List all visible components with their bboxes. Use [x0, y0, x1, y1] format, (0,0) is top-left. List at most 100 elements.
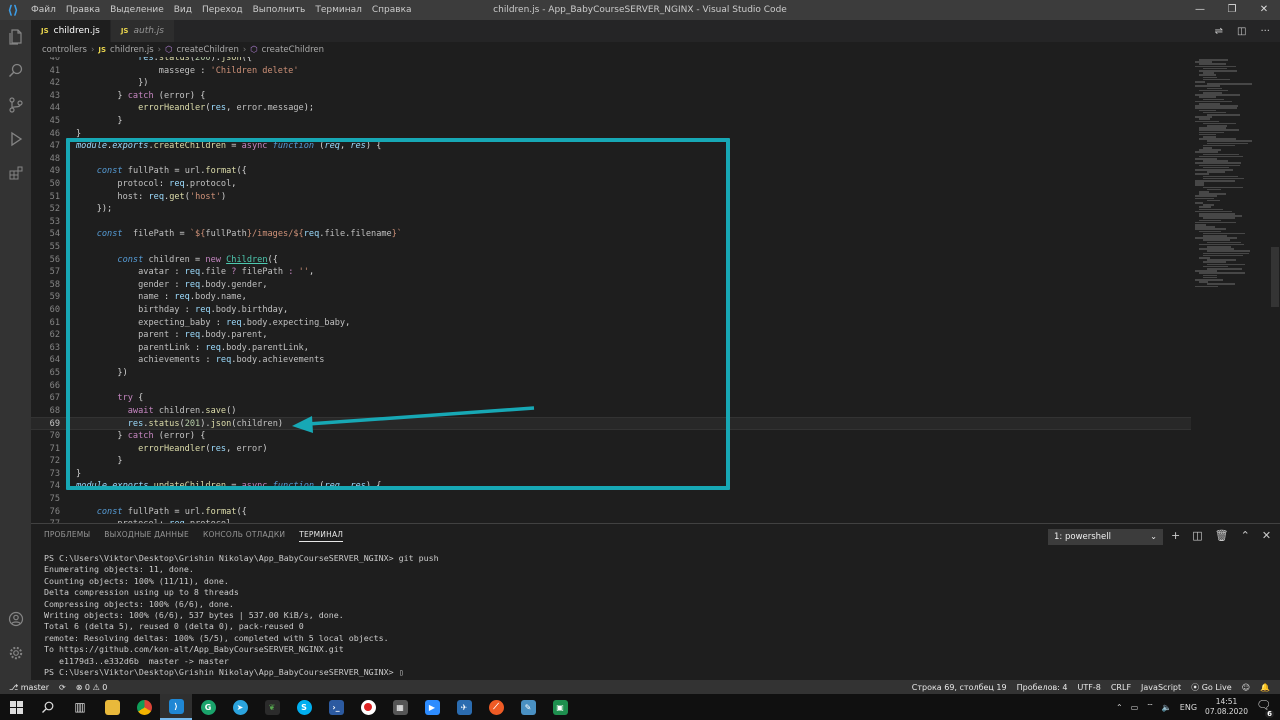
code-line[interactable]: 40 res.status(200).json({ [31, 57, 1191, 65]
settings-gear-icon[interactable] [0, 636, 31, 670]
notifications-icon[interactable]: 🗨 6 [1256, 698, 1274, 718]
editor-scrollbar[interactable] [1270, 57, 1280, 523]
code-line[interactable]: 52 }); [31, 203, 1191, 216]
code-line[interactable]: 71 errorHeandler(res, error) [31, 443, 1191, 456]
split-terminal-button[interactable]: ◫ [1192, 529, 1202, 542]
close-window-button[interactable]: ✕ [1248, 0, 1280, 20]
battery-icon[interactable]: ▭ [1131, 703, 1139, 712]
accounts-icon[interactable] [0, 602, 31, 636]
language-mode[interactable]: JavaScript [1141, 683, 1181, 692]
code-line[interactable]: 54 const filePath = `${fullPath}/images/… [31, 228, 1191, 241]
tab-problems[interactable]: ПРОБЛЕМЫ [44, 530, 90, 542]
code-line[interactable]: 67 try { [31, 392, 1191, 405]
code-line[interactable]: 64 achievements : req.body.achievements [31, 354, 1191, 367]
go-live-button[interactable]: ⦿ Go Live [1191, 682, 1232, 693]
file-explorer-icon[interactable] [96, 694, 128, 720]
feedback-icon[interactable]: ☺ [1242, 683, 1250, 692]
record-icon[interactable] [352, 694, 384, 720]
code-line[interactable]: 57 avatar : req.file ? filePath : '', [31, 266, 1191, 279]
breadcrumb-file[interactable]: children.js [110, 45, 154, 55]
gitkraken-icon[interactable]: G [192, 694, 224, 720]
code-line[interactable]: 47 module.exports.createChildren = async … [31, 140, 1191, 153]
breadcrumb-folder[interactable]: controllers [42, 45, 87, 55]
tab-children-js[interactable]: JS children.js [31, 20, 111, 42]
powershell-icon[interactable]: ›_ [320, 694, 352, 720]
extensions-icon[interactable] [0, 156, 31, 190]
menu-terminal[interactable]: Терминал [310, 5, 367, 15]
input-language[interactable]: ENG [1180, 703, 1197, 712]
code-line[interactable]: 46} [31, 128, 1191, 141]
code-line[interactable]: 76 const fullPath = url.format({ [31, 506, 1191, 519]
problems-indicator[interactable]: ⊗ 0 ⚠ 0 [76, 683, 108, 692]
zoom-icon[interactable]: ▶ [416, 694, 448, 720]
minimap[interactable] [1191, 57, 1269, 523]
minimize-button[interactable]: — [1184, 0, 1216, 20]
explorer-icon[interactable] [0, 20, 31, 54]
code-line[interactable]: 50 protocol: req.protocol, [31, 178, 1191, 191]
mongodb-icon[interactable]: ❦ [256, 694, 288, 720]
menu-selection[interactable]: Выделение [105, 5, 169, 15]
compare-icon[interactable]: ⇌ [1215, 26, 1223, 37]
windows-start-icon[interactable] [0, 694, 32, 720]
code-line[interactable]: 44 errorHeandler(res, error.message); [31, 102, 1191, 115]
code-line[interactable]: 49 const fullPath = url.format({ [31, 165, 1191, 178]
tab-output[interactable]: ВЫХОДНЫЕ ДАННЫЕ [104, 530, 189, 542]
code-line[interactable]: 74 module.exports.updateChildren = async … [31, 480, 1191, 493]
green-app-icon[interactable]: ▣ [544, 694, 576, 720]
calculator-icon[interactable]: ▦ [384, 694, 416, 720]
code-line[interactable]: 65 }) [31, 367, 1191, 380]
code-line[interactable]: 42 }) [31, 77, 1191, 90]
task-view-icon[interactable]: ▥ [64, 694, 96, 720]
menu-help[interactable]: Справка [367, 5, 417, 15]
code-line[interactable]: 61 expecting_baby : req.body.expecting_b… [31, 317, 1191, 330]
code-line[interactable]: 48 [31, 153, 1191, 166]
code-line[interactable]: 75 [31, 493, 1191, 506]
code-line[interactable]: 66 [31, 380, 1191, 393]
code-line[interactable]: 43 } catch (error) { [31, 90, 1191, 103]
code-line[interactable]: 60 birthday : req.body.birthday, [31, 304, 1191, 317]
breadcrumb-symbol[interactable]: createChildren [176, 45, 238, 55]
search-icon[interactable] [0, 54, 31, 88]
restore-button[interactable]: ❐ [1216, 0, 1248, 20]
clock[interactable]: 14:51 07.08.2020 [1205, 697, 1248, 717]
postman-icon[interactable]: ⟋ [480, 694, 512, 720]
kill-terminal-button[interactable]: 🗑 [1215, 529, 1229, 542]
source-control-icon[interactable] [0, 88, 31, 122]
branch-indicator[interactable]: ⎇ master [9, 683, 49, 692]
scrollbar-thumb[interactable] [1271, 247, 1279, 307]
maximize-panel-button[interactable]: ⌃ [1241, 529, 1250, 542]
tab-terminal[interactable]: ТЕРМИНАЛ [299, 530, 344, 542]
code-line[interactable]: 59 name : req.body.name, [31, 291, 1191, 304]
code-line[interactable]: 41 massege : 'Children delete' [31, 65, 1191, 78]
telegram-icon[interactable]: ➤ [224, 694, 256, 720]
vscode-taskbar-icon[interactable]: ⟩ [160, 694, 192, 720]
code-line[interactable]: 53 [31, 216, 1191, 229]
menu-file[interactable]: Файл [26, 5, 61, 15]
code-line[interactable]: 56 const children = new Children({ [31, 254, 1191, 267]
code-line[interactable]: 51 host: req.get('host') [31, 191, 1191, 204]
code-line[interactable]: 63 parentLink : req.body.parentLink, [31, 342, 1191, 355]
code-line[interactable]: 72 } [31, 455, 1191, 468]
notes-icon[interactable]: ✎ [512, 694, 544, 720]
code-line[interactable]: 58 gender : req.body.gender, [31, 279, 1191, 292]
tray-chevron-icon[interactable]: ⌃ [1116, 703, 1123, 712]
cursor-position[interactable]: Строка 69, столбец 19 [912, 683, 1007, 692]
code-line[interactable]: 69 res.status(201).json(children) [31, 417, 1191, 430]
terminal-select[interactable]: 1: powershell ⌄ [1048, 529, 1163, 545]
volume-icon[interactable]: 🔈 [1162, 703, 1172, 712]
code-editor[interactable]: 40 res.status(200).json({41 massege : 'C… [31, 57, 1191, 523]
skype-icon[interactable]: S [288, 694, 320, 720]
bell-icon[interactable]: 🔔 [1260, 683, 1270, 692]
split-editor-icon[interactable]: ◫ [1237, 26, 1246, 37]
menu-run[interactable]: Выполнить [248, 5, 311, 15]
new-terminal-button[interactable]: + [1171, 529, 1180, 542]
terminal-output[interactable]: PS C:\Users\Viktor\Desktop\Grishin Nikol… [44, 553, 1264, 678]
code-line[interactable]: 62 parent : req.body.parent, [31, 329, 1191, 342]
encoding[interactable]: UTF-8 [1078, 683, 1101, 692]
more-actions-icon[interactable]: ··· [1260, 26, 1270, 37]
code-line[interactable]: 68 await children.save() [31, 405, 1191, 418]
network-icon[interactable]: ⌔ [1146, 702, 1154, 712]
tab-auth-js[interactable]: JS auth.js [110, 20, 175, 42]
menu-go[interactable]: Переход [197, 5, 248, 15]
chrome-icon[interactable] [128, 694, 160, 720]
